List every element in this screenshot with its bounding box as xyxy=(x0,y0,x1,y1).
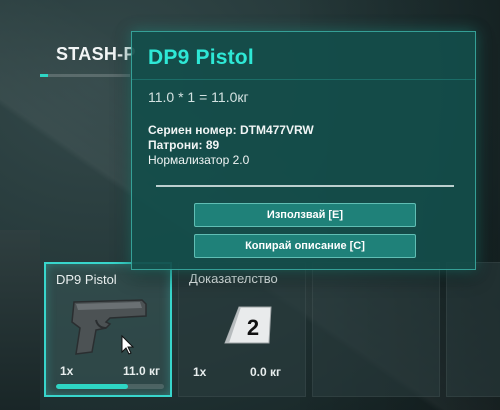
pistol-icon xyxy=(71,299,147,355)
ammo-label: Патрони: xyxy=(148,138,203,152)
serial-row: Сериен номер: DTM477VRW xyxy=(148,123,314,138)
durability-bar xyxy=(56,384,164,389)
tooltip-header-divider xyxy=(132,79,475,80)
slot-weight: 0.0 кг xyxy=(249,365,281,379)
slot-weight: 11.0 кг xyxy=(122,364,160,378)
background-figure xyxy=(0,230,40,410)
ammo-value: 89 xyxy=(205,138,220,152)
stash-title: STASH-P xyxy=(56,44,136,64)
use-button[interactable]: Използвай [E] xyxy=(194,203,416,227)
durability-bar-fill xyxy=(56,384,129,389)
ammo-row: Патрони: 89 xyxy=(148,138,314,153)
slot-item-name: DP9 Pistol xyxy=(56,272,117,287)
tooltip-item-name: DP9 Pistol xyxy=(148,46,254,69)
serial-value: DTM477VRW xyxy=(239,123,314,137)
tooltip-divider xyxy=(156,185,454,187)
copy-description-button[interactable]: Копирай описание [C] xyxy=(194,234,416,258)
inventory-slot-3[interactable] xyxy=(312,262,440,397)
item-tooltip: DP9 Pistol 11.0 * 1 = 11.0кг Сериен номе… xyxy=(131,31,476,270)
tooltip-weight: 11.0 * 1 = 11.0кг xyxy=(148,89,249,105)
evidence-marker-icon: 2 xyxy=(224,306,272,344)
inventory-slot-4[interactable] xyxy=(446,262,500,397)
inventory-slot-1[interactable]: DP9 Pistol 1x 11.0 кг xyxy=(44,262,172,397)
slot-quantity: 1x xyxy=(193,365,207,379)
attachment-row: Нормализатор 2.0 xyxy=(148,153,250,167)
slot-quantity: 1x xyxy=(60,364,74,378)
slot-item-name: Доказателство xyxy=(189,271,278,286)
tooltip-info: Сериен номер: DTM477VRW Патрони: 89 Норм… xyxy=(148,123,314,168)
serial-label: Сериен номер: xyxy=(148,123,237,137)
stash-tab-indicator xyxy=(40,74,130,77)
inventory-slot-2[interactable]: Доказателство 2 1x 0.0 кг xyxy=(178,262,306,397)
marker-number: 2 xyxy=(247,315,259,340)
